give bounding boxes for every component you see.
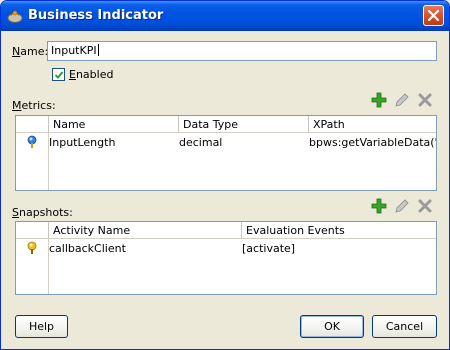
title-bar[interactable]: Business Indicator bbox=[1, 1, 449, 31]
add-snapshot-button[interactable] bbox=[371, 198, 387, 214]
ok-button[interactable]: OK bbox=[300, 315, 364, 338]
metric-data-type-cell: decimal bbox=[179, 136, 223, 149]
bpel-process-icon bbox=[7, 8, 23, 24]
column-header-name[interactable]: Name bbox=[49, 116, 179, 133]
enabled-checkbox[interactable] bbox=[52, 68, 65, 81]
snapshots-header: Activity Name Evaluation Events bbox=[16, 222, 436, 239]
column-header-xpath[interactable]: XPath bbox=[309, 116, 436, 133]
cancel-button[interactable]: Cancel bbox=[372, 315, 437, 338]
metric-name-cell: InputLength bbox=[49, 136, 116, 149]
snapshots-table[interactable]: Activity Name Evaluation Events callback… bbox=[15, 221, 437, 295]
column-header-activity-name[interactable]: Activity Name bbox=[49, 222, 242, 239]
edit-snapshot-button[interactable] bbox=[394, 198, 410, 214]
name-label: Name: bbox=[12, 45, 49, 58]
add-icon bbox=[371, 92, 387, 108]
snapshots-label: Snapshots: bbox=[12, 206, 73, 219]
table-row[interactable]: callbackClient [activate] bbox=[16, 240, 436, 257]
delete-snapshot-button[interactable] bbox=[417, 198, 433, 214]
header-corner bbox=[16, 222, 49, 239]
edit-icon bbox=[395, 199, 409, 213]
edit-metric-button[interactable] bbox=[394, 92, 410, 108]
column-header-evaluation-events[interactable]: Evaluation Events bbox=[242, 222, 436, 239]
snapshot-events-cell: [activate] bbox=[242, 242, 296, 255]
edit-icon bbox=[395, 93, 409, 107]
enabled-label[interactable]: Enabled bbox=[69, 68, 113, 81]
metrics-header: Name Data Type XPath bbox=[16, 116, 436, 133]
name-field[interactable]: InputKPI bbox=[47, 41, 437, 61]
snapshot-icon bbox=[25, 241, 39, 258]
metrics-label: Metrics: bbox=[12, 99, 56, 112]
delete-icon bbox=[418, 199, 432, 213]
metric-xpath-cell: bpws:getVariableData('i... bbox=[309, 136, 436, 149]
add-metric-button[interactable] bbox=[371, 92, 387, 108]
metrics-table[interactable]: Name Data Type XPath InputLength decimal… bbox=[15, 115, 437, 191]
snapshot-activity-cell: callbackClient bbox=[49, 242, 126, 255]
metric-icon bbox=[25, 135, 39, 152]
delete-metric-button[interactable] bbox=[417, 92, 433, 108]
add-icon bbox=[371, 198, 387, 214]
header-corner bbox=[16, 116, 49, 133]
column-header-data-type[interactable]: Data Type bbox=[179, 116, 309, 133]
close-button[interactable] bbox=[423, 5, 444, 26]
window-title: Business Indicator bbox=[28, 8, 164, 23]
table-row[interactable]: InputLength decimal bpws:getVariableData… bbox=[16, 134, 436, 151]
business-indicator-dialog: Business Indicator Name: InputKPI Enable… bbox=[0, 0, 450, 350]
delete-icon bbox=[418, 93, 432, 107]
help-button[interactable]: Help bbox=[15, 315, 68, 338]
